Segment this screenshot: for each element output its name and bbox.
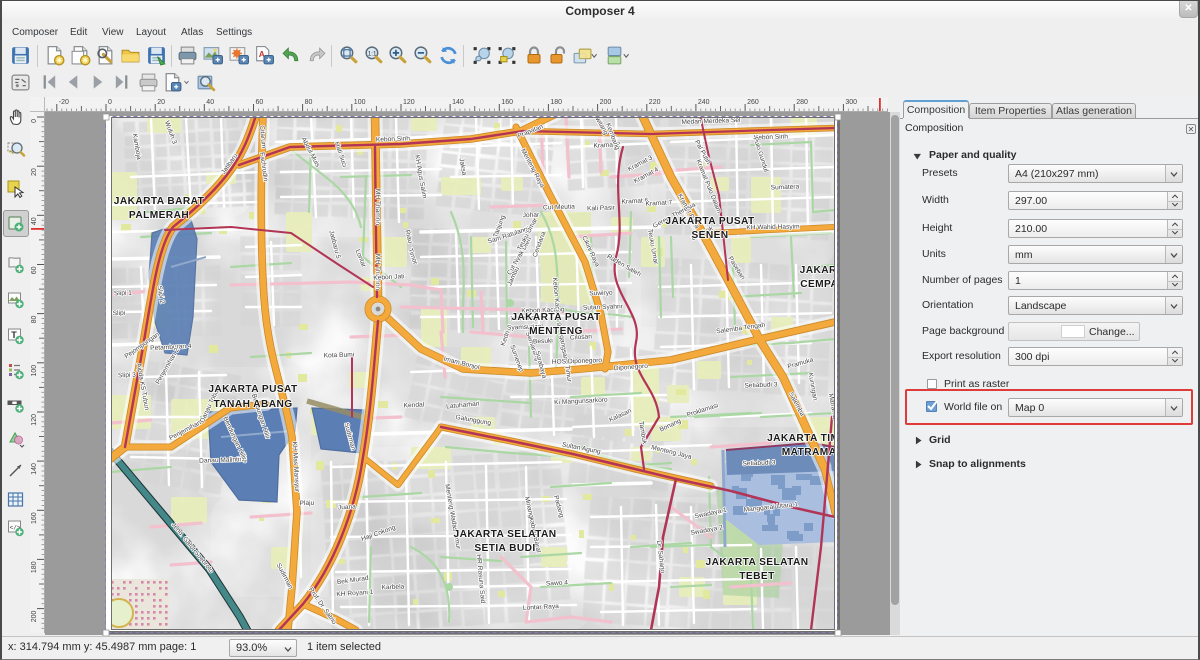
svg-text:40: 40 [31,217,38,225]
svg-text:JAKARTA TIMUR: JAKARTA TIMUR [767,433,835,444]
svg-text:Karbela: Karbela [381,584,404,592]
svg-text:20: 20 [31,168,38,176]
svg-text:JAKARTA PUSAT: JAKARTA PUSAT [208,384,298,395]
svg-text:20: 20 [157,99,165,106]
svg-text:CEMPAKA: CEMPAKA [800,279,835,290]
svg-text:Slipi 3: Slipi 3 [118,372,137,380]
svg-text:JAKARTA BARAT: JAKARTA BARAT [114,196,205,207]
svg-text:Kali Pasir: Kali Pasir [587,204,616,212]
svg-text:MH Thamrin: MH Thamrin [374,189,381,225]
svg-text:1:1: 1:1 [368,51,377,58]
svg-text:280: 280 [796,99,808,106]
svg-text:80: 80 [31,316,38,324]
svg-text:Slipi: Slipi [113,310,126,317]
svg-text:120: 120 [403,99,415,106]
svg-text:Plaju: Plaju [299,500,314,508]
svg-text:140: 140 [31,463,38,475]
svg-text:PALMERAH: PALMERAH [129,210,189,221]
svg-text:Suwiryo: Suwiryo [589,290,613,298]
svg-text:140: 140 [452,99,464,106]
svg-text:JAKARTA SELATAN: JAKARTA SELATAN [706,557,809,568]
svg-text:260: 260 [747,99,759,106]
svg-text:Besuki: Besuki [533,337,554,345]
svg-text:JAKARTA: JAKARTA [800,265,835,276]
svg-text:300: 300 [845,99,857,106]
svg-text:Kendal: Kendal [403,401,424,409]
svg-text:Kramat 7: Kramat 7 [645,199,672,207]
svg-text:180: 180 [31,561,38,573]
svg-text:TEBET: TEBET [739,571,775,582]
svg-text:JAKARTA SELATAN: JAKARTA SELATAN [454,529,557,540]
svg-text:100: 100 [31,365,38,377]
svg-text:MENTENG: MENTENG [529,326,583,337]
svg-text:Sumatera: Sumatera [771,183,800,191]
svg-text:JAKARTA PUSAT: JAKARTA PUSAT [511,312,601,323]
svg-text:Sawo 4: Sawo 4 [546,579,569,587]
svg-text:Setiabudi 3: Setiabudi 3 [742,459,776,467]
svg-text:JAKARTA PUSAT: JAKARTA PUSAT [665,216,755,227]
svg-text:MATRAMAN: MATRAMAN [782,447,835,458]
svg-text:60: 60 [256,99,264,106]
svg-text:SENEN: SENEN [691,230,728,241]
svg-text:160: 160 [31,512,38,524]
svg-text:0: 0 [31,119,38,123]
svg-text:Slipi 1: Slipi 1 [114,290,133,298]
svg-text:40: 40 [206,99,214,106]
svg-text:Setiabudi 3: Setiabudi 3 [744,381,778,389]
svg-text:0: 0 [108,99,112,106]
svg-text:160: 160 [501,99,513,106]
svg-text:100: 100 [354,99,366,106]
svg-text:240: 240 [698,99,710,106]
svg-text:Sutan Syahrir: Sutan Syahrir [583,303,624,311]
svg-text:TANAH ABANG: TANAH ABANG [213,399,292,410]
svg-text:Cut Meutia: Cut Meutia [543,203,575,211]
svg-text:220: 220 [649,99,661,106]
svg-text:SETIA BUDI: SETIA BUDI [474,543,535,554]
svg-text:Juana: Juana [338,504,357,512]
svg-text:80: 80 [305,99,313,106]
svg-text:180: 180 [550,99,562,106]
svg-text:120: 120 [31,414,38,426]
svg-text:200: 200 [600,99,612,106]
svg-text:MH Thamrin: MH Thamrin [374,254,381,290]
svg-text:Kebon Sirih: Kebon Sirih [376,135,411,143]
svg-text:Kota Bumi: Kota Bumi [324,351,355,359]
svg-text:-20: -20 [59,99,69,106]
svg-text:60: 60 [31,266,38,274]
svg-text:200: 200 [31,611,38,623]
